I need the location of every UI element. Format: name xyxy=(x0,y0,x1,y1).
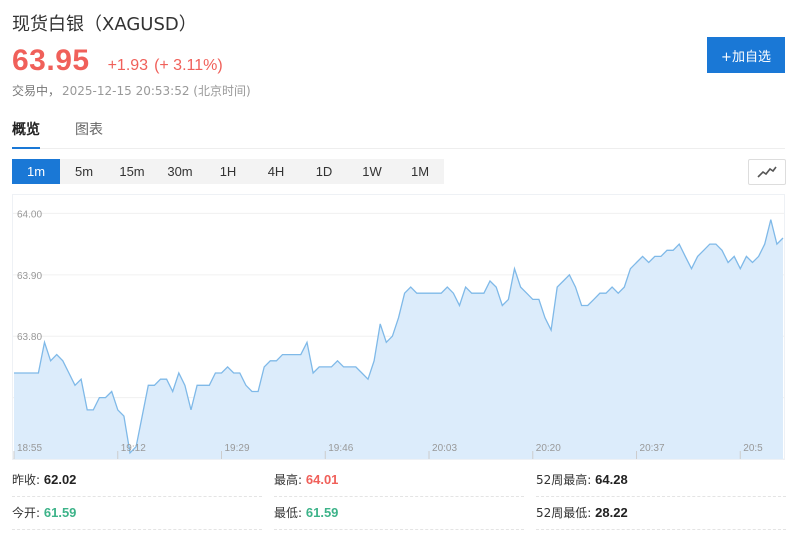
timeframe-1mo[interactable]: 1M xyxy=(396,159,444,184)
price-change-abs: +1.93 xyxy=(107,57,149,74)
price-change: +1.93 (+ 3.11%) xyxy=(108,57,229,75)
status-text: 交易中， xyxy=(12,84,61,98)
add-watchlist-button[interactable]: +加自选 xyxy=(707,37,785,73)
stat-value: 28.22 xyxy=(595,505,628,520)
stat-52w-high: 52周最高: 64.28 xyxy=(536,464,786,497)
price-chart-svg: 64.0063.9063.8063.7063.6018:5519:1219:29… xyxy=(13,209,784,459)
timeframe-1d[interactable]: 1D xyxy=(300,159,348,184)
y-tick-label: 63.80 xyxy=(17,332,42,343)
timeframe-30m[interactable]: 30m xyxy=(156,159,204,184)
stat-label: 52周最低: xyxy=(536,506,592,520)
x-tick-label: 20:37 xyxy=(640,443,665,454)
stat-label: 最高: xyxy=(274,473,303,487)
stat-label: 52周最高: xyxy=(536,473,592,487)
price-row: 63.95 +1.93 (+ 3.11%) xyxy=(12,44,229,78)
y-tick-label: 64.00 xyxy=(17,209,42,220)
chart-type-button[interactable] xyxy=(748,159,786,185)
stat-prev-close: 昨收: 62.02 xyxy=(12,464,262,497)
x-tick-label: 19:29 xyxy=(225,443,250,454)
stat-open: 今开: 61.59 xyxy=(12,497,262,530)
line-chart-icon xyxy=(757,166,777,178)
page-title: 现货白银（XAGUSD） xyxy=(12,14,197,35)
stat-value: 64.28 xyxy=(595,472,628,487)
tab-chart[interactable]: 图表 xyxy=(75,120,103,147)
stat-52w-low: 52周最低: 28.22 xyxy=(536,497,786,530)
stat-high: 最高: 64.01 xyxy=(274,464,524,497)
x-tick-label: 18:55 xyxy=(17,443,42,454)
stat-low: 最低: 61.59 xyxy=(274,497,524,530)
stat-label: 最低: xyxy=(274,506,303,520)
price-change-pct: (+ 3.11%) xyxy=(154,57,223,74)
timeframe-1w[interactable]: 1W xyxy=(348,159,396,184)
x-tick-label: 20:03 xyxy=(432,443,457,454)
trading-status: 交易中， 2025-12-15 20:53:52 (北京时间) xyxy=(12,82,251,99)
stat-value: 61.59 xyxy=(305,505,339,520)
price-chart: 64.0063.9063.8063.7063.6018:5519:1219:29… xyxy=(12,194,785,460)
timeframe-4h[interactable]: 4H xyxy=(252,159,300,184)
status-timestamp: 2025-12-15 20:53:52 (北京时间) xyxy=(62,84,251,98)
stat-value: 62.02 xyxy=(43,472,77,487)
tab-overview[interactable]: 概览 xyxy=(12,120,40,149)
stat-label: 昨收: xyxy=(12,473,41,487)
stats-row: 今开: 61.59 最低: 61.59 52周最低: 28.22 xyxy=(12,497,786,530)
x-tick-label: 20:5 xyxy=(743,443,763,454)
stats-row: 昨收: 62.02 最高: 64.01 52周最高: 64.28 xyxy=(12,464,786,497)
section-tabs: 概览 图表 xyxy=(12,120,785,149)
timeframe-5m[interactable]: 5m xyxy=(60,159,108,184)
price-area xyxy=(14,219,783,459)
stat-value: 61.59 xyxy=(43,505,77,520)
timeframe-1h[interactable]: 1H xyxy=(204,159,252,184)
x-tick-label: 19:46 xyxy=(328,443,353,454)
timeframe-1m[interactable]: 1m xyxy=(12,159,60,184)
stat-value: 64.01 xyxy=(305,472,339,487)
x-tick-label: 20:20 xyxy=(536,443,561,454)
y-tick-label: 63.90 xyxy=(17,271,42,282)
timeframe-15m[interactable]: 15m xyxy=(108,159,156,184)
timeframe-selector: 1m 5m 15m 30m 1H 4H 1D 1W 1M xyxy=(12,159,444,184)
x-tick-label: 19:12 xyxy=(121,443,146,454)
stat-label: 今开: xyxy=(12,506,41,520)
current-price: 63.95 xyxy=(12,44,90,77)
